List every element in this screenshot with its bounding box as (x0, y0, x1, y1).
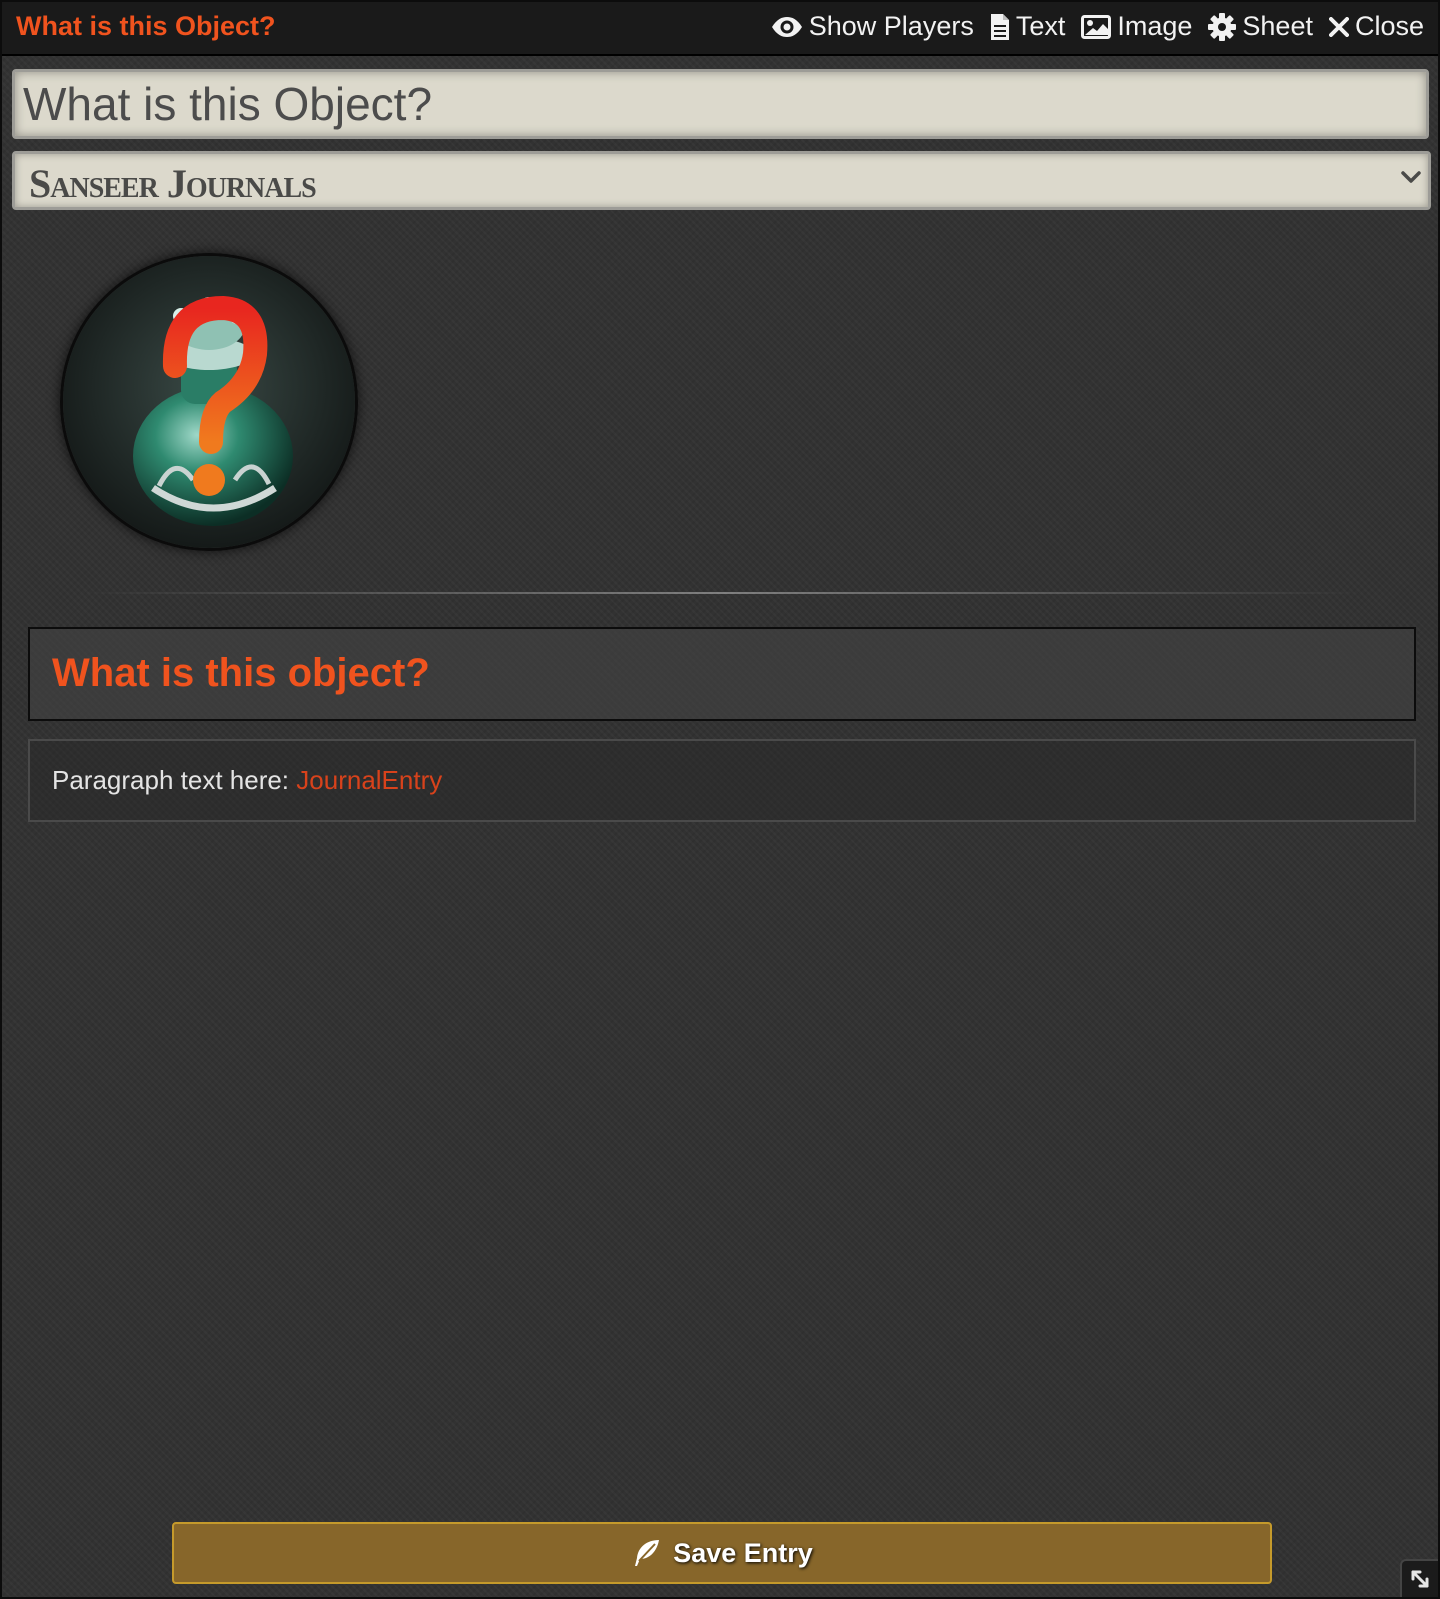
potion-question-image (63, 256, 355, 548)
content-paragraph: Paragraph text here: JournalEntry (52, 765, 442, 796)
save-entry-button[interactable]: Save Entry (172, 1522, 1272, 1584)
folder-selected-value: Sanseer Journals (29, 161, 317, 206)
feather-icon (635, 1540, 660, 1566)
entry-title-input[interactable] (12, 69, 1429, 139)
close-button[interactable]: Close (1328, 11, 1424, 42)
sheet-label: Sheet (1242, 11, 1313, 41)
image-icon (1081, 14, 1112, 39)
sheet-button[interactable]: Sheet (1208, 11, 1313, 42)
chevron-down-icon (1401, 171, 1421, 183)
show-players-button[interactable]: Show Players (771, 11, 974, 42)
header-controls: Show Players Text Image Sheet Close (771, 11, 1424, 42)
window-resize-handle[interactable] (1400, 1559, 1438, 1597)
content-heading-block[interactable]: What is this object? (28, 627, 1416, 721)
close-label: Close (1354, 11, 1424, 41)
image-label: Image (1117, 11, 1193, 41)
text-label: Text (1015, 11, 1066, 41)
eye-icon (771, 16, 802, 37)
section-divider (82, 592, 1362, 594)
file-text-icon (990, 13, 1009, 40)
journal-sheet-window: What is this Object? Show Players Text I… (0, 0, 1440, 1599)
window-header[interactable]: What is this Object? Show Players Text I… (2, 2, 1438, 56)
window-title: What is this Object? (16, 11, 276, 41)
journal-entry-link[interactable]: JournalEntry (296, 765, 442, 795)
show-players-label: Show Players (808, 11, 974, 41)
gear-icon (1208, 12, 1237, 41)
paragraph-label: Paragraph text here: (52, 765, 290, 795)
image-button[interactable]: Image (1081, 11, 1192, 42)
text-button[interactable]: Text (990, 11, 1066, 42)
close-icon (1328, 16, 1349, 37)
resize-icon (1411, 1570, 1429, 1588)
save-entry-label: Save Entry (673, 1537, 813, 1568)
entry-portrait-image[interactable] (60, 253, 358, 551)
content-heading: What is this object? (52, 651, 430, 695)
content-paragraph-block[interactable]: Paragraph text here: JournalEntry (28, 739, 1416, 822)
folder-select[interactable]: Sanseer Journals (12, 151, 1431, 210)
